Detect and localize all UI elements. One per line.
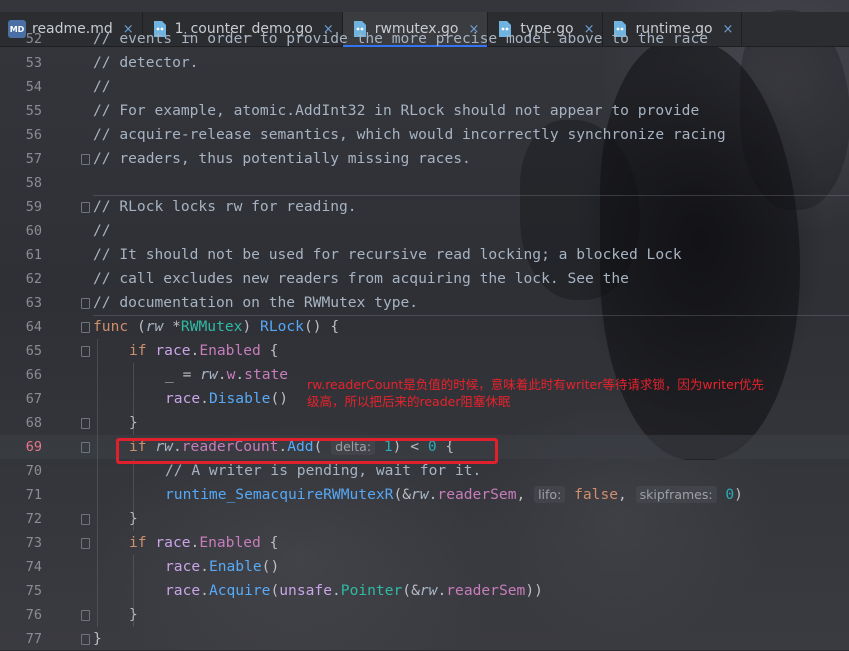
line-number: 53 [25,55,42,71]
line-number: 59 [25,199,42,215]
line-number: 52 [25,31,42,47]
line-number: 76 [25,607,42,623]
fold-marker-icon[interactable] [81,298,90,309]
line-number: 64 [25,319,42,335]
code-text: func (rw *RWMutex) RLock() { [93,318,340,335]
code-line[interactable]: 64 func (rw *RWMutex) RLock() { [0,315,849,339]
code-line[interactable]: 72} [0,507,849,531]
line-number: 55 [25,103,42,119]
line-number: 70 [25,463,42,479]
annotation-line: 级高，所以把后来的reader阻塞休眠 [307,394,511,409]
code-text: // events in order to provide the more p… [93,30,709,47]
fold-marker-icon[interactable] [81,346,90,357]
code-line[interactable]: 57 // readers, thus potentially missing r… [0,147,849,171]
code-line[interactable]: 52 // events in order to provide the more… [0,27,849,51]
code-line[interactable]: 75 race.Acquire(unsafe.Pointer(&rw.reader… [0,579,849,603]
code-line[interactable]: 63 // documentation on the RWMutex type. [0,291,849,315]
code-line[interactable]: 62 // call excludes new readers from acqu… [0,267,849,291]
code-line[interactable]: 76} [0,603,849,627]
code-text: if race.Enabled { [129,342,279,359]
fold-marker-icon[interactable] [81,634,90,645]
code-text: // [93,78,111,95]
code-text: _ = rw.w.state [165,366,289,383]
annotation-line: rw.readerCount是负值的时候，意味着此时有writer等待请求锁，因… [307,377,764,392]
code-text: // call excludes new readers from acquir… [93,270,629,287]
code-line[interactable]: 73 if race.Enabled { [0,531,849,555]
code-line[interactable]: 53 // detector. [0,51,849,75]
line-number: 57 [25,151,42,167]
code-line[interactable]: 77} [0,627,849,651]
fold-marker-icon[interactable] [81,418,90,429]
code-line[interactable]: 74 race.Enable() [0,555,849,579]
line-number: 67 [25,391,42,407]
code-text: // documentation on the RWMutex type. [93,294,419,311]
fold-marker-icon[interactable] [81,442,90,453]
fold-marker-icon[interactable] [81,610,90,621]
code-line[interactable]: 61 // It should not be used for recursive… [0,243,849,267]
code-text: // detector. [93,54,199,71]
line-number: 58 [25,175,42,191]
highlight-box [116,438,498,464]
code-line[interactable]: 65 if race.Enabled { [0,339,849,363]
code-line[interactable]: 56 // acquire-release semantics, which wo… [0,123,849,147]
code-text: race.Acquire(unsafe.Pointer(&rw.readerSe… [165,582,543,599]
code-line[interactable]: 68} [0,411,849,435]
code-line[interactable]: 54 // [0,75,849,99]
indent-guide [133,459,134,531]
line-number: 63 [25,295,42,311]
code-text: // acquire-release semantics, which woul… [93,126,726,143]
code-line[interactable]: 71 runtime_SemacquireRWMutexR(&rw.readerS… [0,483,849,507]
line-number: 74 [25,559,42,575]
fold-marker-icon[interactable] [81,514,90,525]
line-number: 61 [25,247,42,263]
code-editor[interactable]: 52 // events in order to provide the more… [0,30,849,651]
code-line[interactable]: 60 // [0,219,849,243]
code-text: runtime_SemacquireRWMutexR(&rw.readerSem… [165,486,743,503]
code-text: race.Disable() [165,390,289,407]
code-line[interactable]: 59 // RLock locks rw for reading. [0,195,849,219]
code-text: race.Enable() [165,558,280,575]
line-number: 56 [25,127,42,143]
section-separator [93,195,849,196]
line-number: 77 [25,631,42,647]
code-text: // For example, atomic.AddInt32 in RLock… [93,102,700,119]
fold-marker-icon[interactable] [81,322,90,333]
line-number: 73 [25,535,42,551]
line-number: 72 [25,511,42,527]
code-text: if race.Enabled { [129,534,279,551]
line-number: 54 [25,79,42,95]
code-text: } [93,630,102,647]
code-line[interactable]: 58 [0,171,849,195]
indent-guide [133,363,134,435]
fold-marker-icon[interactable] [81,202,90,213]
line-number: 71 [25,487,42,503]
line-number: 75 [25,583,42,599]
line-number: 68 [25,415,42,431]
code-text: // readers, thus potentially missing rac… [93,150,471,167]
code-line[interactable]: 55 // For example, atomic.AddInt32 in RLo… [0,99,849,123]
line-number: 62 [25,271,42,287]
code-text: // [93,222,111,239]
line-number: 69 [25,439,42,455]
fold-marker-icon[interactable] [81,538,90,549]
fold-marker-icon[interactable] [81,154,90,165]
code-text: // RLock locks rw for reading. [93,198,357,215]
line-number: 66 [25,367,42,383]
code-text: // It should not be used for recursive r… [93,246,682,263]
line-number: 60 [25,223,42,239]
section-separator [93,315,849,316]
indent-guide [133,555,134,627]
line-number: 65 [25,343,42,359]
annotation-note: rw.readerCount是负值的时候，意味着此时有writer等待请求锁，因… [307,376,837,410]
indent-guide [97,339,98,627]
